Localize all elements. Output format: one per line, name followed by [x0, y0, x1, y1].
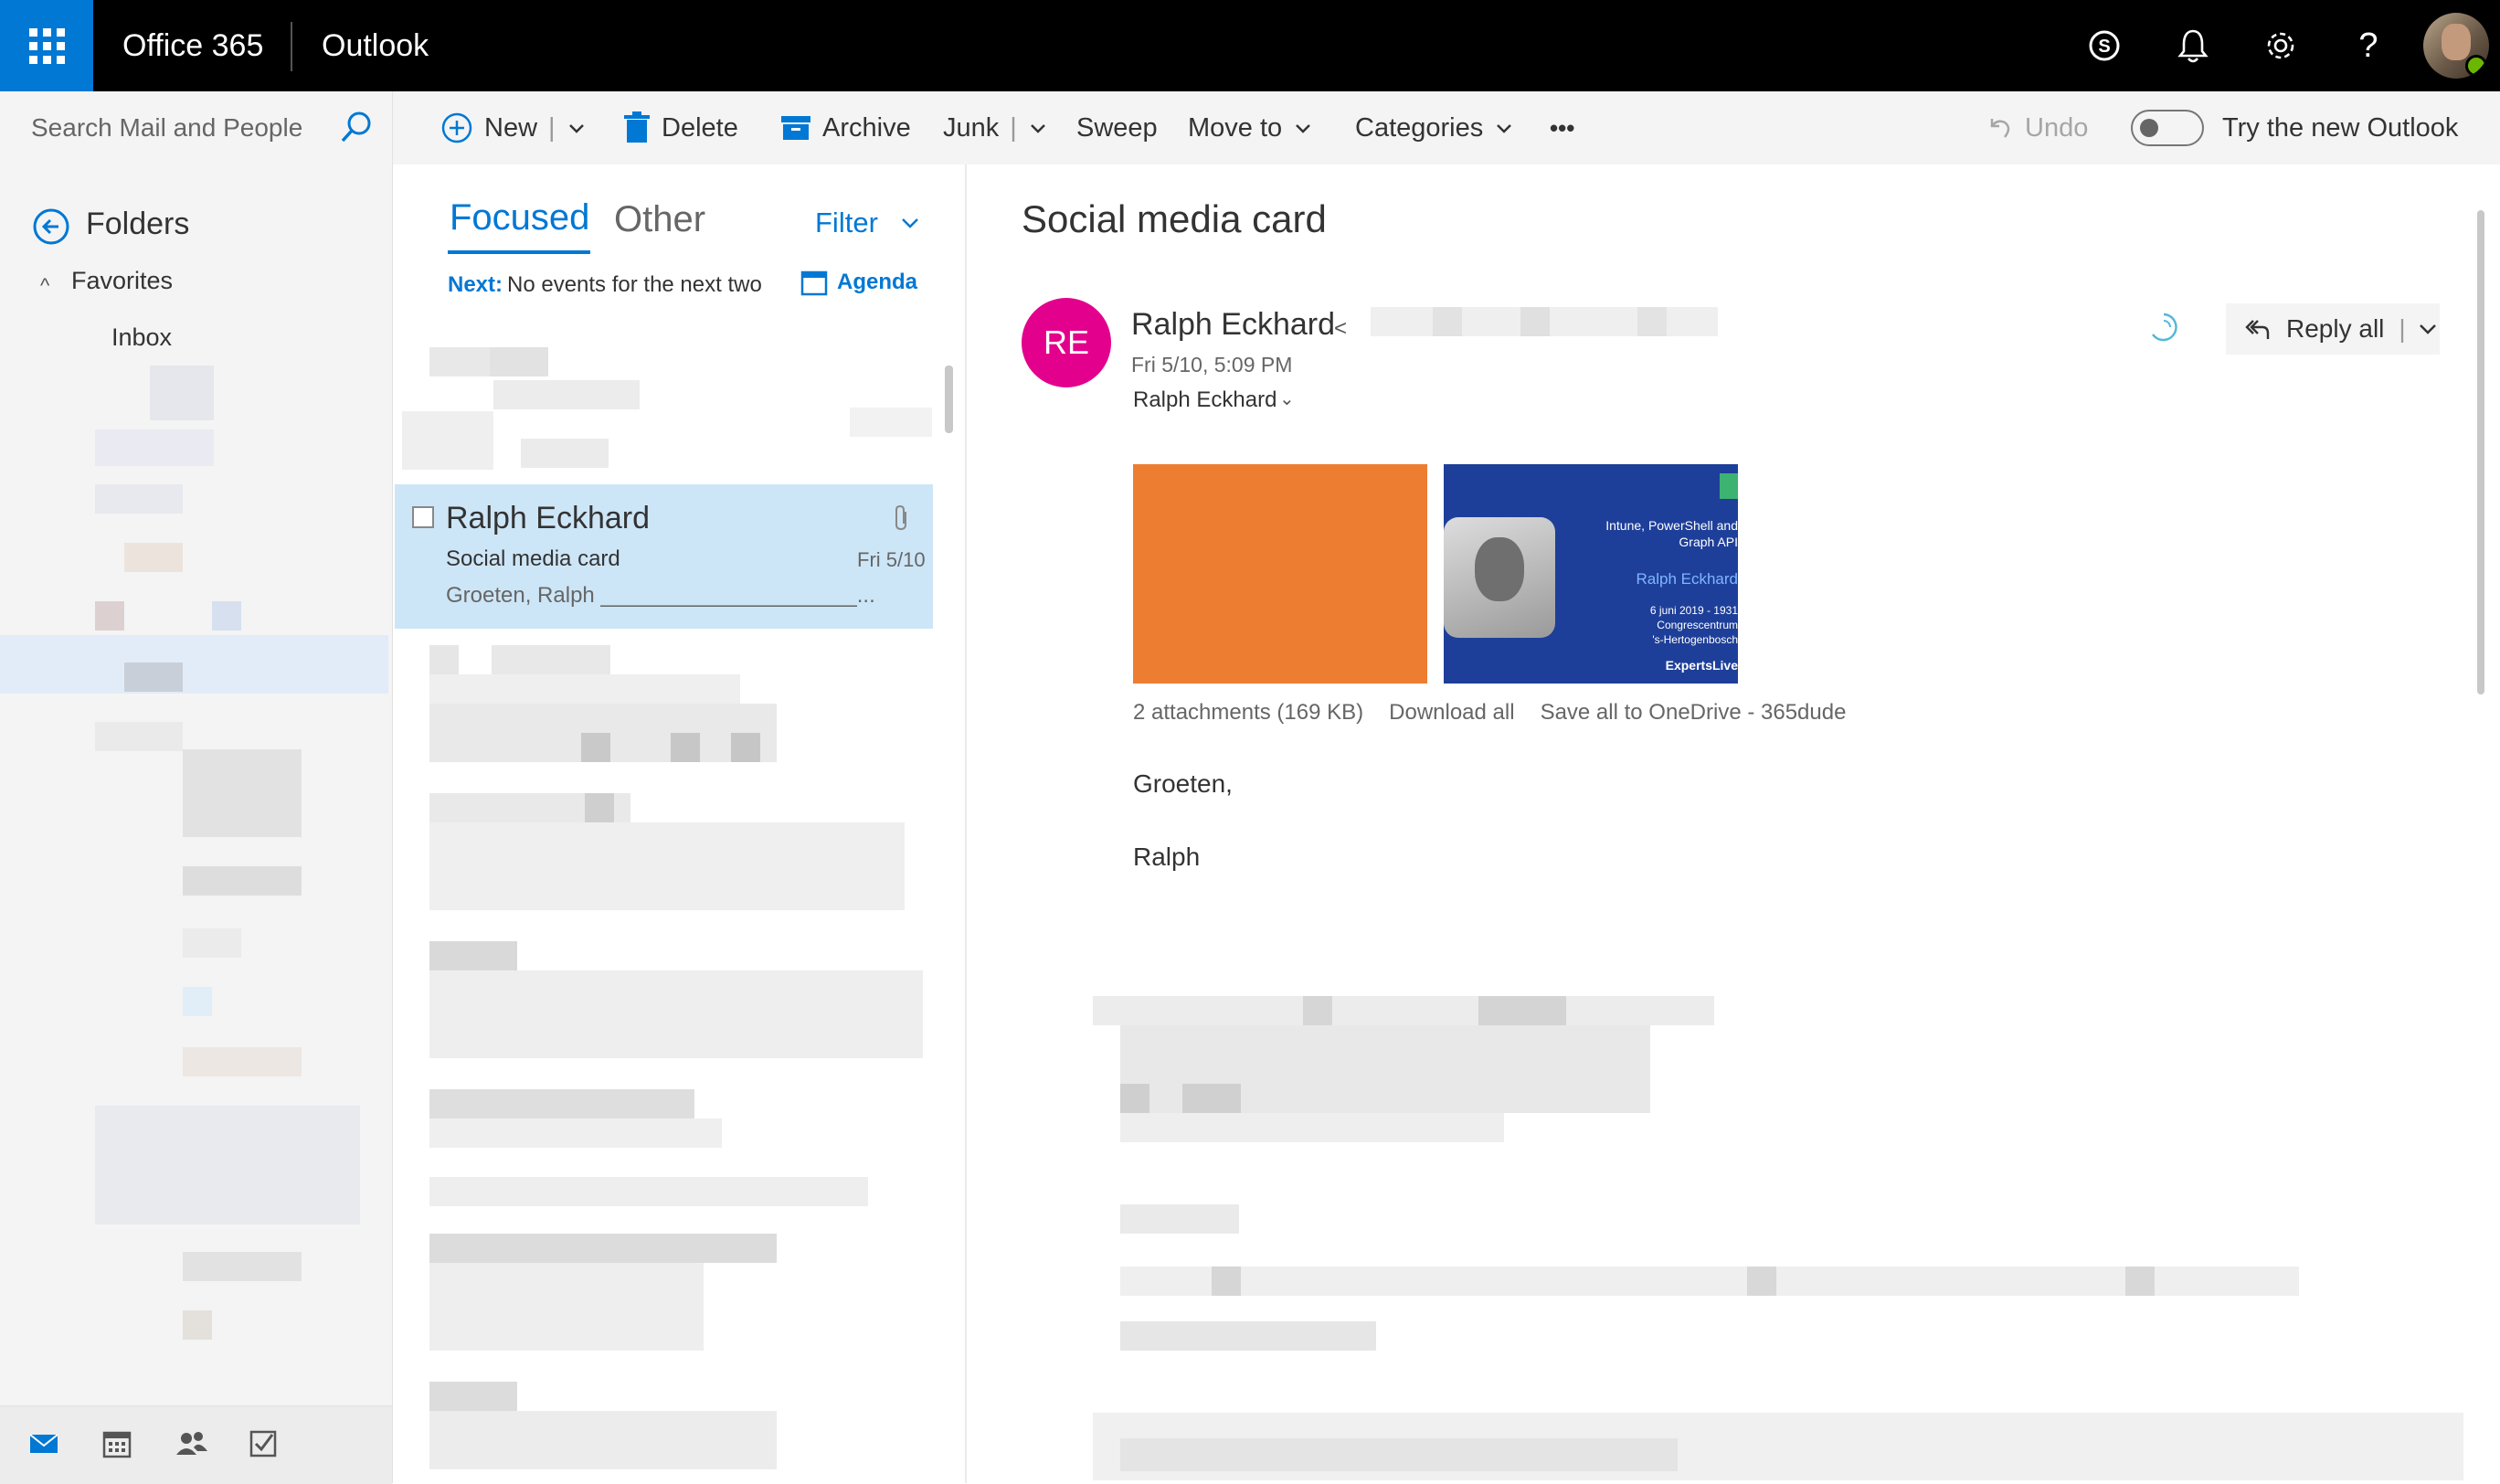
move-to-label: Move to	[1188, 113, 1283, 143]
junk-button[interactable]: Junk |	[943, 91, 1048, 164]
loading-spinner-icon	[2147, 311, 2180, 348]
list-scrollbar[interactable]	[943, 324, 952, 1483]
favorites-heading[interactable]: Favorites	[71, 267, 173, 295]
next-event-label: Next:	[448, 272, 503, 297]
more-options-button[interactable]: •••	[1550, 91, 1574, 164]
search-icon[interactable]	[338, 110, 375, 146]
reply-all-button[interactable]: Reply all |	[2226, 303, 2440, 355]
archive-button[interactable]: Archive	[780, 91, 911, 164]
chevron-down-icon	[568, 124, 584, 133]
chevron-down-icon	[901, 218, 918, 228]
redacted-sender-address	[1371, 307, 1718, 340]
active-tab-underline	[448, 250, 590, 254]
delete-button[interactable]: Delete	[623, 91, 738, 164]
reply-all-label: Reply all	[2286, 314, 2385, 343]
people-icon[interactable]	[174, 1427, 210, 1464]
agenda-button[interactable]: Agenda	[800, 269, 917, 296]
categories-button[interactable]: Categories	[1355, 91, 1514, 164]
list-item-sender: Ralph Eckhard	[446, 501, 651, 535]
tab-other[interactable]: Other	[614, 199, 705, 240]
recipient-name[interactable]: Ralph Eckhard	[1133, 387, 1276, 413]
undo-button[interactable]: Undo	[1985, 91, 2088, 164]
bell-icon[interactable]	[2167, 20, 2219, 71]
message-subject: Social media card	[1022, 197, 1327, 240]
help-icon[interactable]: ?	[2343, 20, 2394, 71]
skype-icon[interactable]: S	[2079, 20, 2130, 71]
redacted-list-items	[402, 640, 932, 1480]
redacted-folders	[0, 347, 392, 1398]
reading-scrollbar-thumb[interactable]	[2477, 210, 2484, 694]
save-onedrive-link[interactable]: Save all to OneDrive - 365dude	[1541, 700, 1847, 726]
sender-address-caret: <	[1334, 316, 1348, 341]
brand-title[interactable]: Office 365	[122, 0, 263, 91]
attachment-thumbnail-1[interactable]	[1133, 464, 1427, 684]
gear-icon[interactable]	[2255, 20, 2306, 71]
trash-icon	[624, 111, 650, 143]
redacted-list-items-top	[402, 311, 932, 475]
new-outlook-toggle[interactable]	[2131, 110, 2204, 146]
sweep-button[interactable]: Sweep	[1076, 91, 1158, 164]
reply-all-icon	[2245, 320, 2270, 339]
search-input[interactable]: Search Mail and People	[31, 91, 302, 164]
card-speaker: Ralph Eckhard	[1636, 570, 1738, 588]
attachment-info-row: 2 attachments (169 KB) Download all Save…	[1133, 700, 1846, 726]
chevron-down-icon	[2419, 324, 2436, 334]
event-badge	[1720, 473, 1738, 499]
archive-icon	[781, 116, 810, 140]
list-scrollbar-thumb[interactable]	[945, 366, 953, 433]
app-title[interactable]: Outlook	[322, 0, 429, 91]
list-item-date: Fri 5/10	[857, 548, 926, 571]
list-item-preview: Groeten, Ralph _____________________...	[446, 583, 875, 608]
chevron-down-icon	[1030, 124, 1045, 133]
card-event: 6 juni 2019 - 1931 Congrescentrum's-Hert…	[1649, 604, 1738, 646]
junk-label: Junk	[943, 113, 1000, 143]
tasks-icon[interactable]	[247, 1427, 283, 1464]
select-checkbox[interactable]	[412, 506, 434, 528]
svg-text:S: S	[2098, 37, 2110, 57]
speaker-photo	[1444, 517, 1555, 638]
download-all-link[interactable]: Download all	[1389, 700, 1514, 726]
chevron-down-icon	[1296, 124, 1311, 133]
categories-label: Categories	[1355, 113, 1484, 143]
back-arrow-icon[interactable]	[31, 207, 71, 251]
expand-recipients-icon[interactable]: ⌄	[1279, 387, 1295, 410]
redacted-signature	[1093, 996, 2463, 1480]
mail-icon[interactable]	[27, 1427, 64, 1464]
chevron-down-icon	[1497, 124, 1512, 133]
avatar[interactable]	[2423, 13, 2489, 79]
try-new-outlook-label[interactable]: Try the new Outlook	[2222, 91, 2458, 164]
divider	[291, 22, 292, 71]
filter-label: Filter	[815, 207, 878, 238]
move-to-button[interactable]: Move to	[1188, 91, 1313, 164]
attachment-thumbnail-2[interactable]: Intune, PowerShell and Graph API Ralph E…	[1444, 464, 1738, 684]
filter-button[interactable]: Filter	[815, 207, 921, 239]
tab-focused[interactable]: Focused	[450, 197, 589, 238]
body-signature: Ralph	[1133, 843, 1201, 871]
agenda-label: Agenda	[837, 270, 918, 294]
list-item-subject: Social media card	[446, 546, 620, 571]
card-title: Intune, PowerShell and Graph API	[1605, 518, 1738, 549]
waffle-icon[interactable]	[0, 0, 93, 91]
folders-heading[interactable]: Folders	[86, 207, 189, 242]
body-greeting: Groeten,	[1133, 769, 1233, 798]
sender-name[interactable]: Ralph Eckhard	[1131, 307, 1335, 343]
plus-circle-icon	[441, 112, 472, 143]
next-event-text: No events for the next two	[507, 272, 762, 297]
chevron-up-icon[interactable]: ^	[40, 274, 49, 298]
card-logo: ExpertsLive	[1665, 658, 1738, 673]
paperclip-icon	[892, 504, 912, 536]
archive-label: Archive	[822, 113, 911, 143]
sweep-label: Sweep	[1076, 113, 1158, 143]
delete-label: Delete	[662, 113, 738, 143]
new-button[interactable]: New |	[440, 91, 587, 164]
calendar-icon	[800, 270, 828, 296]
attachment-count: 2 attachments (169 KB)	[1133, 700, 1364, 725]
undo-icon	[1990, 119, 2010, 138]
undo-label: Undo	[2025, 113, 2089, 143]
sent-date: Fri 5/10, 5:09 PM	[1131, 353, 1293, 376]
new-label: New	[484, 113, 538, 143]
calendar-icon[interactable]	[101, 1427, 137, 1464]
sender-avatar[interactable]: RE	[1022, 298, 1111, 387]
